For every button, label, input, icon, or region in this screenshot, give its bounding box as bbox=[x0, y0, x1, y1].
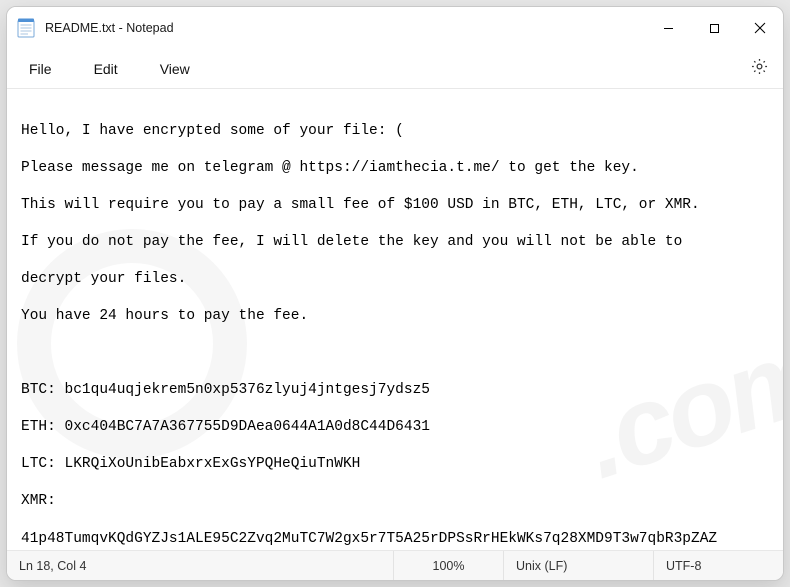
text-line: Please message me on telegram @ https://… bbox=[21, 159, 777, 178]
menu-file[interactable]: File bbox=[19, 55, 62, 83]
menubar: File Edit View bbox=[7, 49, 783, 89]
text-line: Hello, I have encrypted some of your fil… bbox=[21, 122, 777, 141]
status-line-ending[interactable]: Unix (LF) bbox=[503, 551, 653, 580]
text-line bbox=[21, 344, 777, 363]
notepad-window: README.txt - Notepad File Edit View .com bbox=[6, 6, 784, 581]
minimize-button[interactable] bbox=[645, 7, 691, 49]
menu-view[interactable]: View bbox=[150, 55, 200, 83]
status-zoom[interactable]: 100% bbox=[393, 551, 503, 580]
text-line: This will require you to pay a small fee… bbox=[21, 196, 777, 215]
status-encoding[interactable]: UTF-8 bbox=[653, 551, 783, 580]
menu-edit[interactable]: Edit bbox=[84, 55, 128, 83]
maximize-button[interactable] bbox=[691, 7, 737, 49]
close-button[interactable] bbox=[737, 7, 783, 49]
text-line: BTC: bc1qu4uqjekrem5n0xp5376zlyuj4jntges… bbox=[21, 381, 777, 400]
text-line: If you do not pay the fee, I will delete… bbox=[21, 233, 777, 252]
settings-button[interactable] bbox=[750, 57, 769, 81]
document-text: Hello, I have encrypted some of your fil… bbox=[21, 103, 777, 550]
text-editor-area[interactable]: .com Hello, I have encrypted some of you… bbox=[7, 89, 783, 550]
window-controls bbox=[645, 7, 783, 49]
text-line: ETH: 0xc404BC7A7A367755D9DAea0644A1A0d8C… bbox=[21, 418, 777, 437]
text-line: decrypt your files. bbox=[21, 270, 777, 289]
titlebar[interactable]: README.txt - Notepad bbox=[7, 7, 783, 49]
text-line: 41p48TumqvKQdGYZJs1ALE95C2Zvq2MuTC7W2gx5… bbox=[21, 530, 777, 549]
window-title: README.txt - Notepad bbox=[45, 21, 174, 35]
text-line: XMR: bbox=[21, 492, 777, 511]
text-line: LTC: LKRQiXoUnibEabxrxExGsYPQHeQiuTnWKH bbox=[21, 455, 777, 474]
status-cursor-position: Ln 18, Col 4 bbox=[7, 551, 237, 580]
statusbar: Ln 18, Col 4 100% Unix (LF) UTF-8 bbox=[7, 550, 783, 580]
text-line: You have 24 hours to pay the fee. bbox=[21, 307, 777, 326]
notepad-icon bbox=[17, 18, 35, 38]
